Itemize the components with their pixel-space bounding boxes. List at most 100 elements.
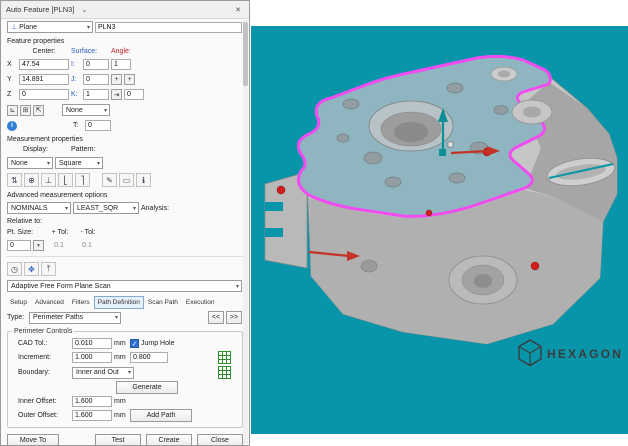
measurement-point-dot[interactable]: [425, 209, 433, 217]
measurement-point-dot[interactable]: [530, 261, 540, 271]
manipulator-handle[interactable]: [439, 149, 446, 156]
least-sqr-dropdown[interactable]: LEAST_SQR ▾: [73, 202, 139, 214]
perimeter-controls-legend: Perimeter Controls: [14, 328, 73, 335]
path-type-dropdown[interactable]: Perimeter Paths ▾: [29, 311, 121, 324]
info-icon[interactable]: i: [7, 120, 17, 131]
boundary-label: Boundary:: [18, 369, 50, 376]
angle-column-label: Angle:: [111, 48, 131, 55]
boundary-dropdown[interactable]: Inner and Out ▾: [72, 366, 134, 379]
next-path-button[interactable]: >>: [226, 311, 242, 324]
dialog-footer: Move To Test Create Close: [1, 430, 249, 445]
cad-viewport[interactable]: HEXAGON: [251, 26, 628, 434]
tab-scan-path[interactable]: Scan Path: [144, 296, 182, 309]
chevron-down-icon: ▾: [103, 107, 107, 114]
auto-feature-dialog: Auto Feature [PLN3] ⌄ ✕ ⊥ Plane ▾ Featur…: [0, 0, 250, 446]
plus-tol-value: 0.1: [54, 242, 64, 249]
hexagon-logo-text: HEXAGON: [547, 347, 623, 361]
chevron-down-icon: ▾: [127, 370, 131, 376]
increment-unit: mm: [114, 354, 126, 361]
chevron-down-icon: ▾: [86, 24, 90, 31]
measurement-point-dot[interactable]: [276, 185, 286, 195]
manipulator-handle-small[interactable]: [447, 141, 454, 148]
t-input[interactable]: [85, 120, 111, 131]
angle-input[interactable]: [111, 59, 131, 70]
part-model[interactable]: [264, 54, 618, 345]
collapse-button[interactable]: ⌄: [78, 4, 90, 16]
i-input[interactable]: [83, 59, 109, 70]
box-select-icon: ▭: [122, 175, 131, 185]
tab-setup[interactable]: Setup: [6, 296, 31, 309]
central-bore[interactable]: [368, 100, 454, 152]
increment-input[interactable]: [72, 352, 112, 363]
tab-advanced[interactable]: Advanced: [31, 296, 68, 309]
snap-vector-button[interactable]: ⇥: [111, 89, 122, 100]
plus-icon: +: [127, 76, 132, 83]
generate-button[interactable]: Generate: [116, 381, 178, 394]
workplane-dropdown[interactable]: None ▾: [62, 104, 110, 116]
chevron-down-icon: ▾: [235, 283, 239, 290]
flip-vector-button[interactable]: +: [111, 74, 122, 85]
close-button[interactable]: ✕: [232, 4, 244, 16]
outer-offset-input[interactable]: [72, 410, 112, 421]
z-input[interactable]: [19, 89, 69, 100]
close-icon: ✕: [235, 6, 241, 14]
filter-dropper-button[interactable]: ▼: [33, 240, 44, 251]
dialog-titlebar[interactable]: Auto Feature [PLN3] ⌄ ✕: [1, 1, 249, 19]
x-input[interactable]: [19, 59, 69, 70]
pattern-dropdown[interactable]: Square ▾: [55, 157, 103, 169]
create-button[interactable]: Create: [146, 434, 192, 445]
target-point-button[interactable]: ⊕: [24, 173, 39, 187]
edit-pencil-button[interactable]: ✎: [102, 173, 117, 187]
nominals-dropdown[interactable]: NOMINALS ▾: [7, 202, 71, 214]
edge-point-button[interactable]: ⎣: [58, 173, 73, 187]
k-input[interactable]: [83, 89, 109, 100]
j-input[interactable]: [83, 74, 109, 85]
increment-label: Increment:: [18, 354, 52, 361]
plus-icon: +: [114, 76, 119, 83]
vector-perp-button[interactable]: ⊥: [41, 173, 56, 187]
jog-move-button[interactable]: ✥: [24, 262, 39, 276]
x-label: X: [7, 61, 12, 68]
density-grid-icon[interactable]: [218, 351, 231, 364]
cad-tol-input[interactable]: [72, 338, 112, 349]
tab-path-definition[interactable]: Path Definition: [93, 296, 144, 309]
points-sort-button[interactable]: ⇅: [7, 173, 22, 187]
scan-strategy-dropdown[interactable]: Adaptive Free Form Plane Scan ▾: [7, 280, 242, 292]
vector-toggle-button-1[interactable]: ⊾: [7, 104, 18, 116]
jump-hole-checkbox[interactable]: ✓: [130, 339, 139, 348]
angle-point-button[interactable]: ⎤: [75, 173, 90, 187]
boundary-grid-icon[interactable]: [218, 366, 231, 379]
dialog-scrollbar[interactable]: [243, 20, 248, 444]
increment-secondary-input[interactable]: [130, 352, 168, 363]
display-dropdown[interactable]: None ▾: [7, 157, 53, 169]
t-label: T:: [73, 122, 79, 129]
insert-move-icon: ⤒: [46, 264, 51, 273]
pt-size-input[interactable]: [7, 240, 31, 251]
cad-tol-unit: mm: [114, 340, 126, 347]
angle-plus-button[interactable]: +: [124, 74, 135, 85]
inner-offset-unit: mm: [114, 398, 126, 405]
add-path-button[interactable]: Add Path: [130, 409, 192, 422]
box-select-button[interactable]: ▭: [119, 173, 134, 187]
feature-name-input[interactable]: [95, 21, 242, 33]
tab-execution[interactable]: Execution: [182, 296, 219, 309]
feature-type-dropdown[interactable]: ⊥ Plane ▾: [7, 21, 93, 33]
vector-toggle-button-3[interactable]: ⇱: [33, 104, 44, 116]
angle-plane-icon: ⊾: [9, 107, 16, 114]
close-action-button[interactable]: Close: [197, 434, 243, 445]
tab-filters[interactable]: Filters: [68, 296, 94, 309]
chevron-down-icon: ▾: [64, 205, 68, 212]
insert-move-button[interactable]: ⤒: [41, 262, 56, 276]
prev-path-button[interactable]: <<: [208, 311, 224, 324]
scrollbar-thumb[interactable]: [243, 22, 248, 86]
test-button[interactable]: Test: [95, 434, 141, 445]
angle-secondary-input[interactable]: [124, 89, 144, 100]
point-info-button[interactable]: ℹ: [136, 173, 151, 187]
inner-offset-input[interactable]: [72, 396, 112, 407]
move-to-button[interactable]: Move To: [7, 434, 59, 445]
pt-size-label: Pt. Size:: [7, 229, 34, 236]
vector-toggle-button-2[interactable]: ⊞: [20, 104, 31, 116]
history-button[interactable]: ◷: [7, 262, 22, 276]
y-input[interactable]: [19, 74, 69, 85]
cad-scene[interactable]: HEXAGON: [251, 26, 628, 434]
